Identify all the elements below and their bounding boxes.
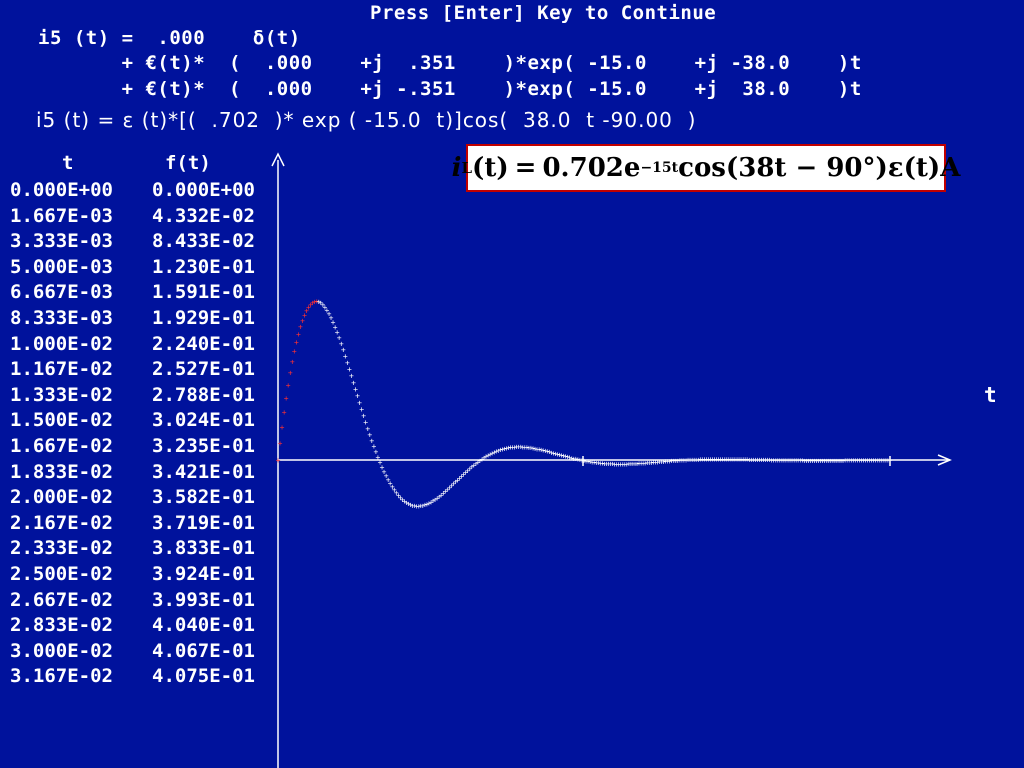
data-point: + <box>282 408 287 417</box>
data-point: + <box>286 381 291 390</box>
x-axis-label: t <box>984 383 997 407</box>
formula-equals: = <box>514 153 537 183</box>
data-points: ++++++++++++++++++++++++++++++++++++++++… <box>276 297 893 511</box>
data-point: + <box>292 347 297 356</box>
waveform-plot: ++++++++++++++++++++++++++++++++++++++++… <box>271 152 952 768</box>
data-point: + <box>278 439 283 448</box>
data-point: + <box>290 357 295 366</box>
data-point: + <box>888 456 893 465</box>
formula-lhs-sub: L <box>461 159 473 177</box>
formula-box: i L (t) = 0.702e −15t cos(38t − 90°)ε(t)A <box>452 144 960 192</box>
formula-lhs-var: i <box>451 153 462 183</box>
formula-lhs-arg: (t) <box>472 153 509 183</box>
formula-exponent: −15t <box>640 160 679 176</box>
data-point: + <box>280 423 285 432</box>
data-point: + <box>288 369 293 378</box>
data-point: + <box>276 456 281 465</box>
data-point: + <box>284 394 289 403</box>
terminal-screen: Press [Enter] Key to Continue i5 (t) = .… <box>0 0 1024 768</box>
formula-coef: 0.702e <box>542 153 641 183</box>
formula-rest: cos(38t − 90°)ε(t)A <box>678 153 961 183</box>
data-point: + <box>294 338 299 347</box>
